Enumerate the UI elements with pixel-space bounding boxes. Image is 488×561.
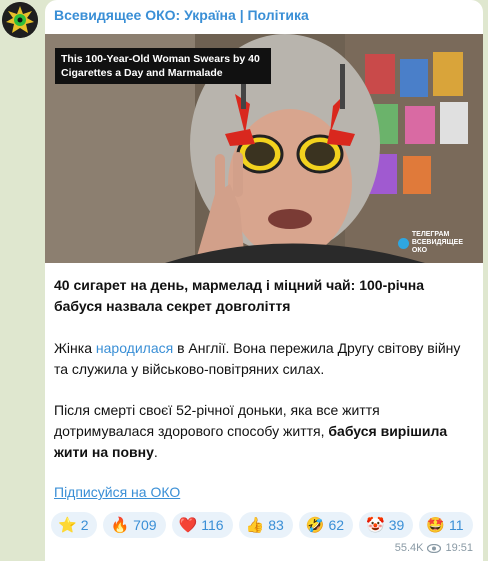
- channel-name[interactable]: Всевидящее ОКО: Україна | Політика: [54, 7, 309, 23]
- thumbs-up-icon: 👍: [245, 516, 265, 534]
- star-icon: ⭐: [58, 516, 77, 534]
- reaction-count: 709: [133, 517, 157, 533]
- reaction-star-struck[interactable]: 🤩 11: [419, 512, 473, 538]
- born-link[interactable]: народилася: [96, 340, 173, 356]
- heart-icon: ❤️: [178, 516, 198, 534]
- clown-icon: 🤡: [366, 516, 385, 534]
- p2-text-after: .: [153, 444, 158, 460]
- fire-icon: 🔥: [110, 516, 130, 534]
- eye-logo-icon: [2, 2, 38, 38]
- reaction-rofl[interactable]: 🤣 62: [298, 512, 354, 538]
- reaction-star[interactable]: ⭐ 2: [51, 512, 98, 538]
- reaction-count: 39: [388, 517, 405, 533]
- reaction-count: 62: [328, 517, 345, 533]
- watermark-line2: ВСЕВИДЯЩЕЕ: [411, 239, 463, 246]
- eye-icon: [427, 543, 442, 553]
- message-time: 19:51: [445, 542, 473, 554]
- paragraph-2: Після смерті своєї 52-річної доньки, яка…: [54, 400, 474, 463]
- reaction-count: 83: [268, 517, 284, 533]
- reaction-count: 116: [201, 517, 224, 533]
- telegram-icon: [397, 237, 409, 249]
- reaction-clown[interactable]: 🤡 39: [359, 512, 414, 538]
- watermark-line3: ОКО: [411, 247, 428, 254]
- paragraph-1: Жінка народилася в Англії. Вона пережила…: [54, 338, 474, 380]
- post-photo[interactable]: This 100-Year-Old Woman Swears by 40 Cig…: [45, 34, 483, 263]
- watermark-line1: ТЕЛЕГРАМ: [411, 231, 450, 238]
- rofl-icon: 🤣: [305, 516, 325, 534]
- subscribe-link[interactable]: Підписуйся на ОКО: [54, 484, 180, 500]
- reaction-count: 11: [449, 517, 464, 533]
- star-struck-icon: 🤩: [426, 516, 446, 534]
- p1-text-before: Жінка: [54, 340, 96, 356]
- message-meta: 55.4K 19:51: [395, 542, 473, 554]
- reactions-bar: ⭐ 2 🔥 709 ❤️ 116 👍 83 🤣 62 🤡 39 🤩 11: [51, 512, 473, 539]
- post-headline: 40 сигарет на день, мармелад і міцний ча…: [54, 277, 425, 314]
- photo-watermark: ТЕЛЕГРАМ ВСЕВИДЯЩЕЕ ОКО: [397, 231, 463, 255]
- reaction-count: 2: [80, 517, 89, 533]
- reaction-heart[interactable]: ❤️ 116: [171, 512, 233, 538]
- channel-avatar[interactable]: [2, 2, 38, 38]
- reaction-fire[interactable]: 🔥 709: [103, 512, 166, 538]
- message-bubble: Всевидящее ОКО: Україна | Політика This …: [45, 0, 483, 561]
- view-count: 55.4K: [394, 542, 424, 554]
- photo-overlay-title: This 100-Year-Old Woman Swears by 40 Cig…: [55, 48, 271, 84]
- reaction-thumbs-up[interactable]: 👍 83: [238, 512, 293, 538]
